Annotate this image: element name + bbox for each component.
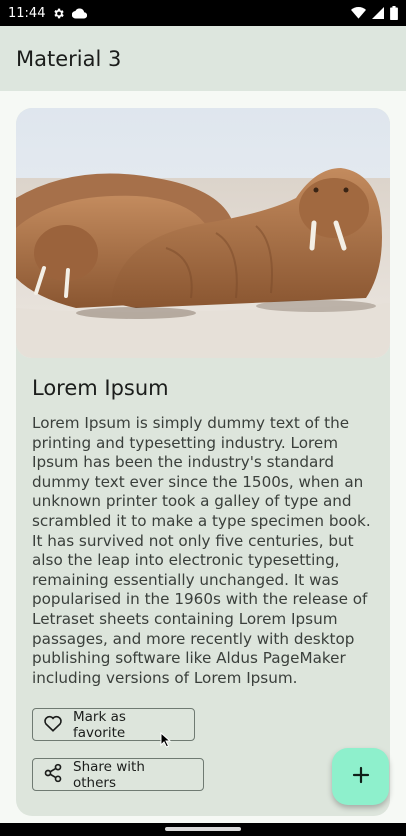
signal-icon: [372, 7, 384, 19]
status-bar: 11:44: [0, 0, 406, 26]
share-icon: [43, 763, 63, 787]
battery-icon: [390, 6, 398, 20]
main-content[interactable]: Lorem Ipsum Lorem Ipsum is simply dummy …: [0, 91, 406, 823]
status-time: 11:44: [8, 5, 46, 21]
top-app-bar: Material 3: [0, 26, 406, 91]
plus-icon: [352, 766, 370, 788]
mouse-cursor-icon: [160, 731, 172, 752]
share-with-others-label: Share with others: [73, 758, 145, 791]
heart-icon: [43, 714, 63, 736]
app-bar-title: Material 3: [16, 46, 122, 71]
gesture-handle[interactable]: [165, 827, 241, 831]
walrus-photo: [16, 108, 390, 358]
wifi-icon: [351, 7, 366, 19]
share-with-others-button[interactable]: Share with others: [32, 758, 204, 791]
add-fab-button[interactable]: [332, 748, 389, 805]
gear-icon: [52, 7, 65, 20]
cloud-icon: [72, 7, 88, 19]
article-card: Lorem Ipsum Lorem Ipsum is simply dummy …: [16, 108, 390, 816]
card-title: Lorem Ipsum: [32, 376, 169, 400]
navigation-bar: [0, 823, 406, 836]
card-body-text: Lorem Ipsum is simply dummy text of the …: [32, 414, 371, 687]
